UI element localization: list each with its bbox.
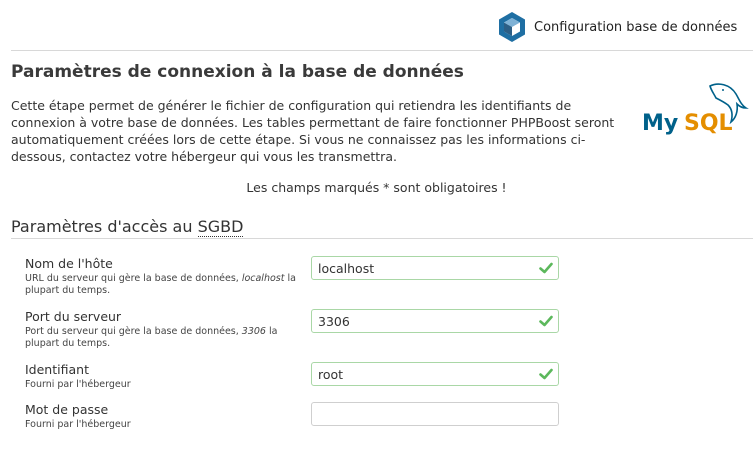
mysql-logo-sql: SQL — [684, 111, 733, 136]
password-description: Fourni par l'hébergeur — [25, 419, 131, 430]
login-description: Fourni par l'hébergeur — [25, 379, 131, 390]
sgbd-abbr[interactable]: SGBD — [197, 217, 244, 237]
access-divider — [11, 238, 753, 239]
password-input[interactable] — [311, 402, 559, 426]
section-title: Paramètres de connexion à la base de don… — [11, 62, 464, 82]
header-divider — [11, 50, 753, 51]
port-desc-text: Port du serveur qui gère la base de donn… — [25, 326, 242, 337]
phpboost-logo — [499, 12, 525, 42]
password-field: Mot de passe Fourni par l'hébergeur — [25, 402, 745, 431]
host-desc-emphasis: localhost — [241, 273, 285, 284]
host-description: URL du serveur qui gère la base de donné… — [25, 273, 300, 297]
required-note: Les champs marqués * sont obligatoires ! — [246, 180, 507, 195]
host-field: Nom de l'hôte URL du serveur qui gère la… — [25, 256, 745, 297]
port-desc-emphasis: 3306 — [241, 326, 266, 337]
host-input[interactable] — [311, 256, 559, 280]
mysql-logo-my: My — [642, 111, 678, 136]
host-desc-text: URL du serveur qui gère la base de donné… — [25, 273, 242, 284]
header-title: Configuration base de données — [534, 19, 738, 35]
check-icon — [539, 262, 553, 274]
login-field: Identifiant Fourni par l'hébergeur — [25, 362, 745, 391]
access-title: Paramètres d'accès au SGBD — [11, 217, 244, 237]
intro-text: Cette étape permet de générer le fichier… — [11, 98, 615, 164]
check-icon — [539, 315, 553, 327]
port-description: Port du serveur qui gère la base de donn… — [25, 326, 300, 350]
mysql-logo: My SQL — [642, 83, 749, 136]
page-header: Configuration base de données — [498, 10, 737, 44]
port-field: Port du serveur Port du serveur qui gère… — [25, 309, 745, 350]
login-input[interactable] — [311, 362, 559, 386]
port-input[interactable] — [311, 309, 559, 333]
check-icon — [539, 368, 553, 380]
access-title-prefix: Paramètres d'accès au — [11, 217, 198, 236]
